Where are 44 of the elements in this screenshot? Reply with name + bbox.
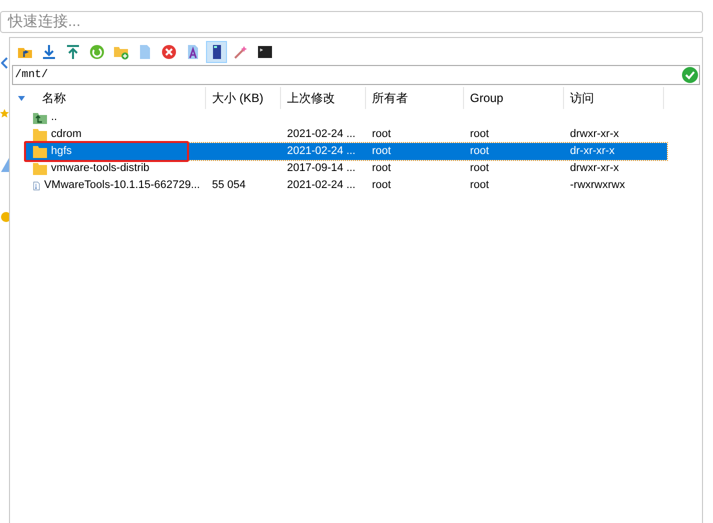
table-cell-text: 55 054 <box>212 178 246 194</box>
file-name[interactable]: hgfs <box>51 143 72 160</box>
table-cell-text: dr-xr-xr-x <box>570 144 615 160</box>
terminal-icon <box>256 44 272 60</box>
table-cell-text: root <box>372 178 391 194</box>
table-cell-text: drwxr-xr-x <box>570 127 619 142</box>
column-header[interactable]: 上次修改 <box>281 87 366 109</box>
refresh-icon <box>88 44 104 60</box>
table-cell-text: 2021-02-24 ... <box>287 178 356 194</box>
column-header[interactable]: 所有者 <box>366 87 464 109</box>
sort-icon <box>18 96 25 100</box>
upload-icon <box>64 44 80 60</box>
table-cell-text: root <box>470 144 489 160</box>
check-icon[interactable] <box>682 67 698 83</box>
download-icon <box>40 44 56 60</box>
table-cell-text: root <box>470 178 489 194</box>
table-cell-text: root <box>372 127 391 142</box>
star-icon <box>0 109 9 118</box>
wand-icon <box>232 44 248 60</box>
table-cell-text: root <box>470 127 489 142</box>
file-name[interactable]: .. <box>51 109 58 126</box>
table-cell-text: 2021-02-24 ... <box>287 127 356 142</box>
triangle-icon <box>0 158 8 172</box>
chevron-icon[interactable] <box>0 57 8 69</box>
column-title: 名称 <box>42 90 66 107</box>
column-header[interactable]: Group <box>464 87 564 109</box>
quick-connect-field[interactable]: 快速连接... <box>0 11 703 33</box>
panel-button[interactable] <box>206 40 227 62</box>
table-cell-text: 2017-09-14 ... <box>287 161 356 176</box>
file-name[interactable]: VMwareTools-10.1.15-662729... <box>44 177 200 194</box>
column-header[interactable]: 大小 (KB) <box>206 87 281 109</box>
file-name[interactable]: cdrom <box>51 126 82 143</box>
table-cell-text: root <box>470 161 489 176</box>
table-cell-text: -rwxrwxrwx <box>570 178 625 194</box>
folder-icon <box>32 144 48 160</box>
file-name[interactable]: vmware-tools-distrib <box>51 160 150 177</box>
delete-icon <box>160 44 176 60</box>
path-field[interactable]: /mnt/ <box>12 65 700 85</box>
column-header[interactable]: 访问 <box>564 87 664 109</box>
row-selection[interactable] <box>25 143 667 160</box>
table-cell-text: 2021-02-24 ... <box>287 144 356 160</box>
table-cell-text: drwxr-xr-x <box>570 161 619 176</box>
table-cell-text: root <box>372 144 391 160</box>
table-cell-text: root <box>372 161 391 176</box>
